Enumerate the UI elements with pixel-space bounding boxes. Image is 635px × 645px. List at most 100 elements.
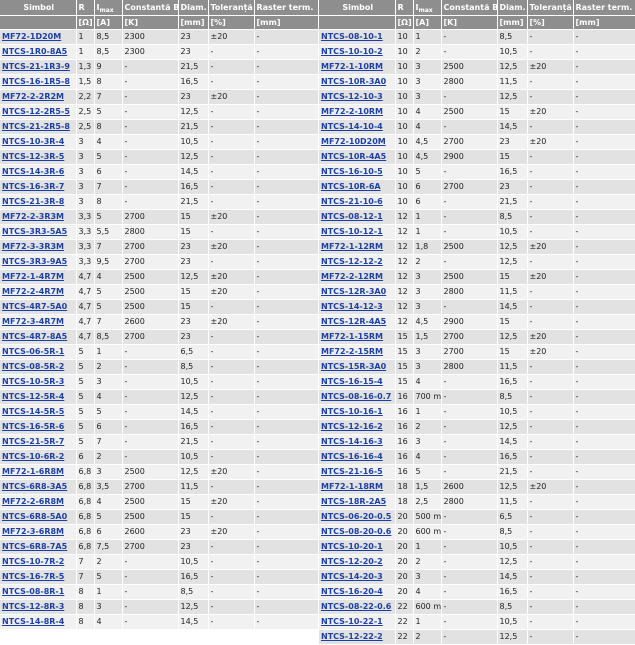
product-link[interactable]: NTCS-12-12-2 [321, 257, 383, 266]
product-link[interactable]: NTCS-6R8-3A5 [2, 482, 67, 491]
product-link[interactable]: NTCS-6R8-7A5 [2, 542, 67, 551]
product-link[interactable]: NTCS-21-1R3-9 [2, 62, 70, 71]
product-link[interactable]: NTCS-21-16-5 [321, 467, 383, 476]
product-link[interactable]: NTCS-14-12-3 [321, 302, 383, 311]
product-link[interactable]: MF72-2-12RM [321, 272, 383, 281]
product-link[interactable]: NTCS-12R-4A5 [321, 317, 386, 326]
product-link[interactable]: MF72-1-6R8M [2, 467, 64, 476]
product-link[interactable]: MF72-3-3R3M [2, 242, 64, 251]
product-link[interactable]: NTCS-08-5R-2 [2, 362, 64, 371]
product-link[interactable]: NTCS-12R-3A0 [321, 287, 386, 296]
cell-resistance: 16 [394, 419, 413, 435]
product-link[interactable]: MF72-2-4R7M [2, 287, 64, 296]
table-row: NTCS-3R3-5A5 3,3 5,5 2800 15- - [0, 224, 318, 240]
product-link[interactable]: NTCS-14-20-3 [321, 572, 383, 581]
product-link[interactable]: NTCS-10-16-1 [321, 407, 383, 416]
product-link[interactable]: NTCS-14-16-3 [321, 437, 383, 446]
product-link[interactable]: NTCS-16-7R-5 [2, 572, 64, 581]
product-link[interactable]: NTCS-10-3R-4 [2, 137, 64, 146]
product-link[interactable]: NTCS-1R0-8A5 [2, 47, 67, 56]
product-link[interactable]: NTCS-14-5R-5 [2, 407, 64, 416]
product-link[interactable]: NTCS-10-22-1 [321, 617, 383, 626]
product-link[interactable]: NTCS-12-5R-4 [2, 392, 64, 401]
product-link[interactable]: NTCS-12-10-3 [321, 92, 383, 101]
product-link[interactable]: NTCS-16-20-4 [321, 587, 383, 596]
product-link[interactable]: NTCS-10-7R-2 [2, 557, 64, 566]
product-link[interactable]: MF72-1-15RM [321, 332, 383, 341]
cell-beta: - [121, 119, 178, 135]
cell-symbol: NTCS-21-3R-8 [0, 194, 76, 210]
cell-pitch: - [253, 89, 318, 105]
product-link[interactable]: NTCS-12-16-2 [321, 422, 383, 431]
product-link[interactable]: NTCS-6R8-5A0 [2, 512, 67, 521]
product-link[interactable]: MF72-10D20M [321, 137, 386, 146]
product-link[interactable]: NTCS-10R-4A5 [321, 152, 386, 161]
product-link[interactable]: NTCS-10-12-1 [321, 227, 383, 236]
product-link[interactable]: MF72-2-15RM [321, 347, 383, 356]
product-link[interactable]: NTCS-08-10-1 [321, 32, 383, 41]
product-link[interactable]: NTCS-14-3R-6 [2, 167, 64, 176]
product-link[interactable]: NTCS-3R3-9A5 [2, 257, 67, 266]
product-link[interactable]: NTCS-10R-3A0 [321, 77, 386, 86]
col-header-diam: Diam. [177, 0, 208, 16]
cell-tolerance: ±20 [207, 464, 254, 480]
product-link[interactable]: NTCS-10-20-1 [321, 542, 383, 551]
product-link[interactable]: NTCS-12-2R5-5 [2, 107, 70, 116]
product-link[interactable]: MF72-2-6R8M [2, 497, 64, 506]
cell-beta: - [121, 134, 178, 150]
table-row: NTCS-21-5R-7 5 7-21,5- - [0, 434, 318, 450]
product-link[interactable]: NTCS-10-6R-2 [2, 452, 64, 461]
cell-tolerance: - [526, 74, 573, 90]
product-link[interactable]: MF72-2-3R3M [2, 212, 64, 221]
product-link[interactable]: MF72-1-18RM [321, 482, 383, 491]
product-link[interactable]: NTCS-10R-6A [321, 182, 381, 191]
table-row: NTCS-10-6R-2 6 2-10,5- - [0, 449, 318, 465]
product-link[interactable]: NTCS-08-16-0.7 [321, 392, 391, 401]
product-link[interactable]: MF72-1-12RM [321, 242, 383, 251]
cell-resistance: 3 [75, 149, 94, 165]
product-link[interactable]: MF72-1-10RM [321, 62, 383, 71]
product-link[interactable]: NTCS-16-1R5-8 [2, 77, 70, 86]
product-link[interactable]: MF72-1D20M [2, 32, 61, 41]
cell-resistance: 10 [394, 89, 413, 105]
cell-diameter: 16,5 [177, 74, 208, 90]
product-link[interactable]: NTCS-14-10-4 [321, 122, 383, 131]
cell-imax: 3 [412, 569, 441, 585]
product-link[interactable]: NTCS-08-8R-1 [2, 587, 64, 596]
product-link[interactable]: NTCS-21-10-6 [321, 197, 383, 206]
cell-imax: 2,5 [412, 494, 441, 510]
product-link[interactable]: NTCS-12-20-2 [321, 557, 383, 566]
product-link[interactable]: MF72-2-10RM [321, 107, 383, 116]
cell-symbol: NTCS-6R8-7A5 [0, 539, 76, 555]
product-link[interactable]: NTCS-12-3R-5 [2, 152, 64, 161]
cell-pitch: - [253, 164, 318, 180]
product-link[interactable]: NTCS-16-3R-7 [2, 182, 64, 191]
product-link[interactable]: NTCS-18R-2A5 [321, 497, 386, 506]
product-link[interactable]: NTCS-4R7-5A0 [2, 302, 67, 311]
product-link[interactable]: NTCS-21-5R-7 [2, 437, 64, 446]
product-link[interactable]: NTCS-4R7-8A5 [2, 332, 67, 341]
product-link[interactable]: NTCS-10-10-2 [321, 47, 383, 56]
product-link[interactable]: NTCS-10-5R-3 [2, 377, 64, 386]
product-link[interactable]: NTCS-21-2R5-8 [2, 122, 70, 131]
product-link[interactable]: MF72-3-4R7M [2, 317, 64, 326]
product-link[interactable]: MF72-1-4R7M [2, 272, 64, 281]
product-link[interactable]: NTCS-16-16-4 [321, 452, 383, 461]
product-link[interactable]: NTCS-08-20-0.6 [321, 527, 391, 536]
product-link[interactable]: NTCS-12-8R-3 [2, 602, 64, 611]
product-link[interactable]: NTCS-12-22-2 [321, 632, 383, 641]
product-link[interactable]: NTCS-16-10-5 [321, 167, 383, 176]
cell-pitch: - [572, 614, 635, 630]
product-link[interactable]: NTCS-06-5R-1 [2, 347, 64, 356]
product-link[interactable]: NTCS-06-20-0.5 [321, 512, 391, 521]
product-link[interactable]: MF72-3-6R8M [2, 527, 64, 536]
product-link[interactable]: NTCS-14-8R-4 [2, 617, 64, 626]
product-link[interactable]: NTCS-16-15-4 [321, 377, 383, 386]
product-link[interactable]: NTCS-16-5R-6 [2, 422, 64, 431]
product-link[interactable]: NTCS-3R3-5A5 [2, 227, 67, 236]
product-link[interactable]: MF72-2-2R2M [2, 92, 64, 101]
product-link[interactable]: NTCS-21-3R-8 [2, 197, 64, 206]
product-link[interactable]: NTCS-15R-3A0 [321, 362, 386, 371]
product-link[interactable]: NTCS-08-22-0.6 [321, 602, 391, 611]
product-link[interactable]: NTCS-08-12-1 [321, 212, 383, 221]
